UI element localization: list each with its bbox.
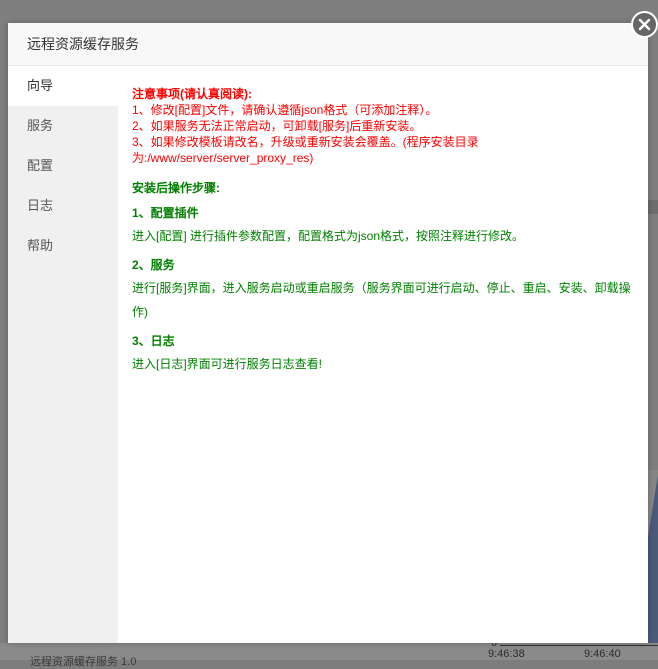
- close-icon: [638, 18, 651, 31]
- step-text: 进入[日志]界面可进行服务日志查看!: [132, 357, 323, 371]
- dialog-body: 向导 服务 配置 日志 帮助 注意事项(请认真阅读): 1、修改[配置]文件，请…: [8, 66, 648, 643]
- step-heading: 3、日志: [132, 334, 175, 348]
- sidebar-item-service[interactable]: 服务: [8, 106, 118, 146]
- step-heading: 2、服务: [132, 258, 175, 272]
- background-chart-axis: [500, 645, 658, 646]
- step-text: 进入[配置] 进行插件参数配置，配置格式为json格式，按照注释进行修改。: [132, 229, 525, 243]
- sidebar-item-log[interactable]: 日志: [8, 186, 118, 226]
- notice-title: 注意事项(请认真阅读):: [132, 87, 252, 101]
- background-panel-edge: [648, 200, 658, 214]
- step-text: 进行[服务]界面，进入服务启动或重启服务（服务界面可进行启动、停止、重启、安装、…: [132, 281, 631, 319]
- notice-line: 2、如果服务无法正常启动，可卸载[服务]后重新安装。: [132, 119, 422, 133]
- background-plugin-label: 远程资源缓存服务 1.0: [30, 656, 137, 668]
- plugin-dialog: 远程资源缓存服务 向导 服务 配置 日志 帮助 注意事项(请认真阅读): 1、修…: [8, 23, 648, 643]
- notice-line: 3、如果修改模板请改名，升级或重新安装会覆盖。(程序安装目录为:/www/ser…: [132, 135, 479, 165]
- steps-section: 安装后操作步骤: 1、配置插件 进入[配置] 进行插件参数配置，配置格式为jso…: [132, 180, 634, 376]
- notice-section: 注意事项(请认真阅读): 1、修改[配置]文件，请确认遵循json格式（可添加注…: [132, 86, 634, 166]
- sidebar-item-guide[interactable]: 向导: [8, 66, 118, 106]
- dialog-sidebar: 向导 服务 配置 日志 帮助: [8, 66, 118, 643]
- background-chart-tick: 9:46:38: [488, 648, 525, 660]
- step-heading: 1、配置插件: [132, 206, 199, 220]
- close-button[interactable]: [631, 11, 658, 38]
- guide-content: 注意事项(请认真阅读): 1、修改[配置]文件，请确认遵循json格式（可添加注…: [132, 86, 634, 376]
- notice-line: 1、修改[配置]文件，请确认遵循json格式（可添加注释）。: [132, 103, 438, 117]
- sidebar-item-config[interactable]: 配置: [8, 146, 118, 186]
- steps-title: 安装后操作步骤:: [132, 181, 220, 195]
- dialog-header: 远程资源缓存服务: [8, 23, 648, 66]
- background-chart-tick: 9:46:40: [584, 648, 621, 660]
- dialog-title: 远程资源缓存服务: [27, 36, 139, 52]
- sidebar-item-help[interactable]: 帮助: [8, 226, 118, 266]
